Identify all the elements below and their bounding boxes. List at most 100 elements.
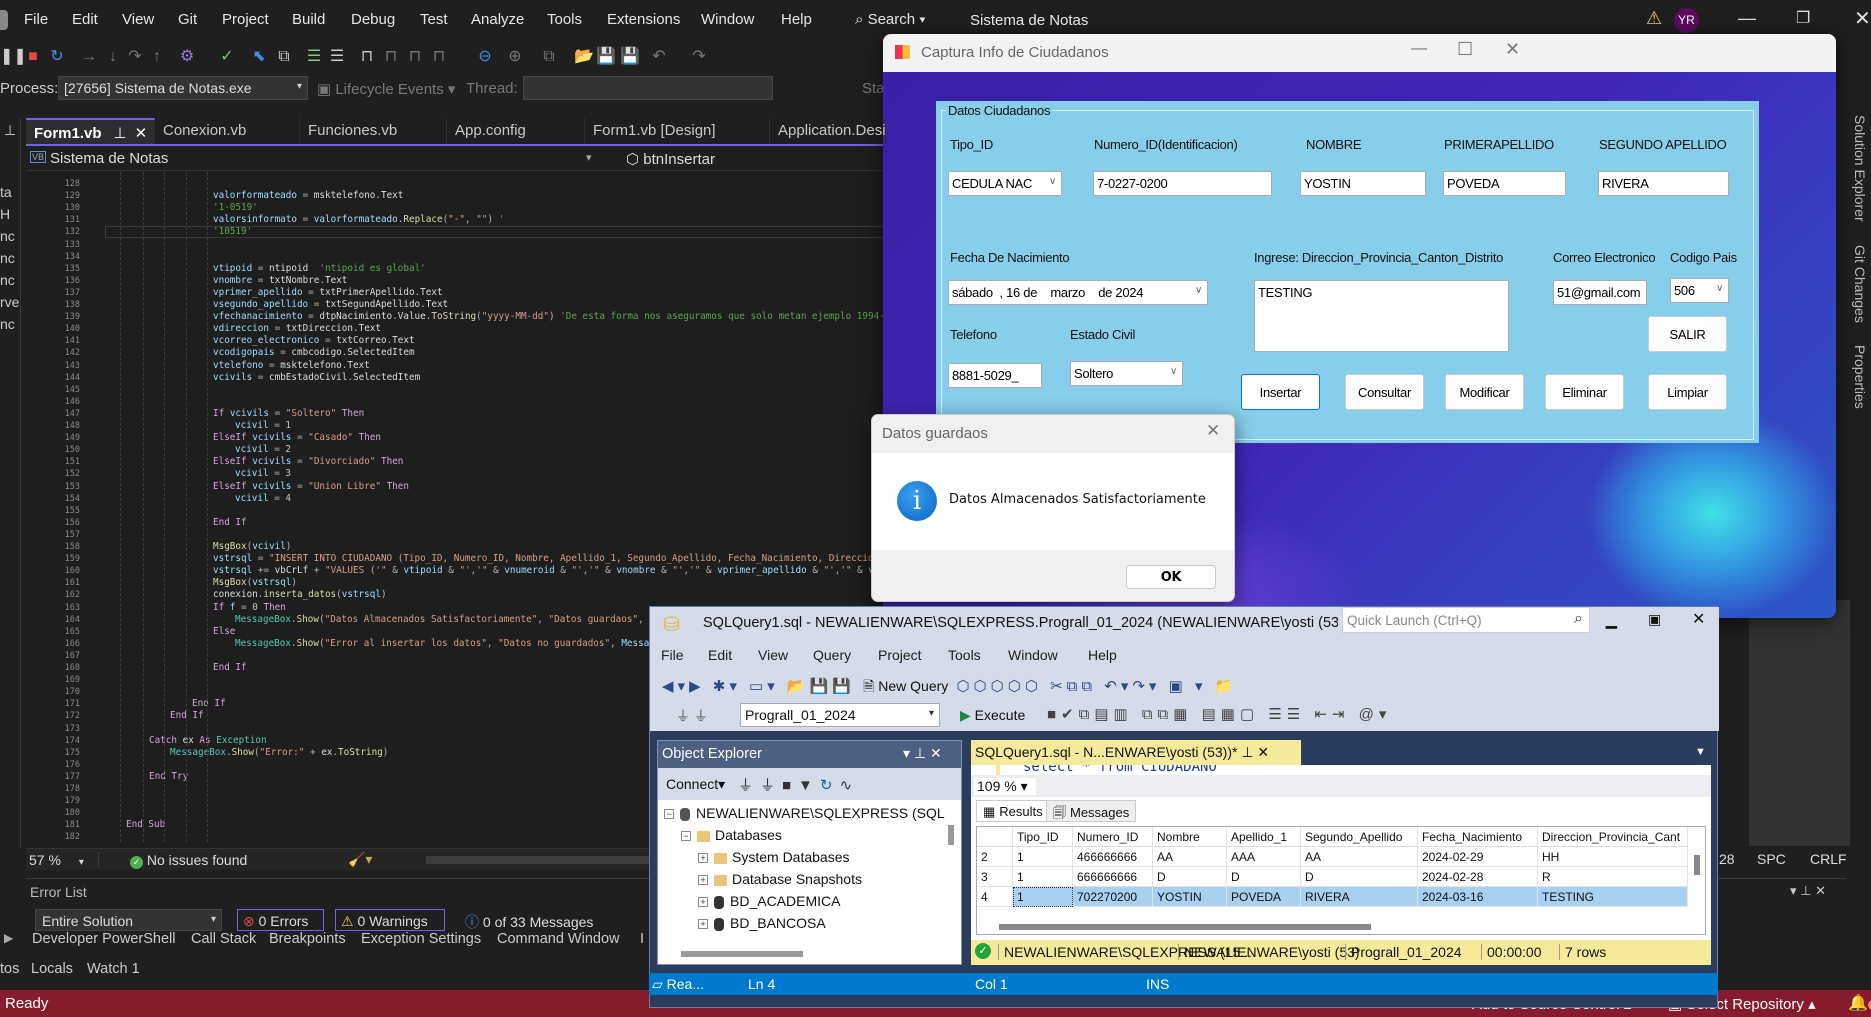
row-header[interactable]: 4 bbox=[977, 887, 1013, 907]
code-line[interactable]: vprimer_apellido = txtPrimerApellido.Tex… bbox=[213, 287, 443, 299]
grid-cell[interactable]: POVEDA bbox=[1227, 887, 1301, 907]
result-tab-results[interactable]: ▦ Results bbox=[976, 800, 1050, 822]
menu-view[interactable]: View bbox=[122, 11, 154, 28]
expand-icon[interactable]: + bbox=[698, 919, 708, 930]
column-header[interactable]: Numero_ID bbox=[1073, 827, 1153, 847]
nav-member[interactable]: ⬡ btnInsertar bbox=[626, 150, 715, 168]
nav-project[interactable]: Sistema de Notas bbox=[50, 150, 168, 167]
step-into-icon[interactable]: ↓ bbox=[104, 48, 122, 66]
query-tab[interactable]: SQLQuery1.sql - N...ENWARE\yosti (53))* … bbox=[971, 740, 1301, 765]
code-line[interactable]: If f = 0 Then bbox=[213, 602, 286, 614]
minimap[interactable] bbox=[1749, 600, 1850, 846]
errors-filter[interactable]: ⊗ 0 Errors bbox=[237, 909, 324, 931]
menu-file[interactable]: File bbox=[24, 11, 48, 28]
spell-icon[interactable]: ✓ bbox=[218, 48, 236, 66]
code-line[interactable]: vcivil = 4 bbox=[235, 493, 291, 505]
pointer-icon[interactable]: ⬉ bbox=[250, 48, 268, 66]
limpiar-button[interactable]: Limpiar bbox=[1648, 374, 1727, 410]
save-icon[interactable]: 💾 bbox=[596, 48, 616, 66]
grid-vscrollbar[interactable] bbox=[1694, 855, 1700, 875]
debug-tab-tos[interactable]: tos bbox=[0, 961, 19, 977]
telefono-input[interactable]: 8881-5029_ bbox=[948, 363, 1042, 388]
code-line[interactable]: vcivils = cmbEstadoCivil.SelectedItem bbox=[213, 372, 420, 384]
grid-cell[interactable]: D bbox=[1227, 867, 1301, 887]
menu-tools[interactable]: Tools bbox=[547, 11, 582, 28]
side-tab-properties[interactable]: Properties bbox=[1852, 345, 1868, 409]
bookmark-icon[interactable]: ⊓ bbox=[358, 48, 376, 66]
ssms-menu-tools[interactable]: Tools bbox=[948, 647, 981, 663]
grid-cell[interactable]: YOSTIN bbox=[1153, 887, 1227, 907]
tree-node[interactable]: + Database Snapshots bbox=[698, 871, 862, 887]
restore-icon[interactable]: ❐ bbox=[1796, 8, 1810, 28]
menu-help[interactable]: Help bbox=[781, 11, 812, 28]
code-line[interactable]: If vcivils = "Soltero" Then bbox=[213, 408, 364, 420]
grid-cell[interactable]: R bbox=[1538, 867, 1688, 887]
code-line[interactable]: End Try bbox=[149, 771, 188, 783]
column-header[interactable]: Tipo_ID bbox=[1013, 827, 1073, 847]
hot-reload-icon[interactable]: ⚙ bbox=[178, 48, 196, 66]
oe-window-controls[interactable]: ▾ ⊥ ✕ bbox=[903, 745, 942, 762]
close-icon[interactable]: ✕ bbox=[1854, 6, 1871, 31]
restart-icon[interactable]: ↻ bbox=[48, 48, 66, 66]
bookmark-prev-icon[interactable]: ⊓ bbox=[382, 48, 400, 66]
minimize-icon[interactable]: — bbox=[1738, 8, 1756, 29]
step-icon[interactable]: → bbox=[80, 48, 98, 66]
new-item-icon[interactable]: ⧉ bbox=[540, 48, 558, 66]
connect-button[interactable]: Connect▾ bbox=[666, 776, 725, 793]
ssms-menu-project[interactable]: Project bbox=[878, 647, 922, 663]
code-line[interactable]: vstrsql += vbCrLf + "VALUES ('" & vtipoi… bbox=[213, 565, 886, 577]
form-close-icon[interactable]: ✕ bbox=[1505, 39, 1520, 60]
pin-icon[interactable]: ⊥ bbox=[1241, 744, 1253, 760]
tool-tab-i[interactable]: I bbox=[640, 931, 644, 947]
code-line[interactable]: End If bbox=[213, 662, 247, 674]
menu-analyze[interactable]: Analyze bbox=[471, 11, 524, 28]
code-line[interactable]: vstrsql = "INSERT INTO CIUDADANO (Tipo_I… bbox=[213, 553, 886, 565]
ssms-zoom-select[interactable]: 109 % ▾ bbox=[974, 778, 1036, 795]
code-line[interactable]: vtipoid = ntipoid 'ntipoid es global' bbox=[213, 263, 426, 275]
execute-button[interactable]: ▶ Execute bbox=[960, 707, 1025, 724]
grid-hscrollbar[interactable] bbox=[999, 924, 1371, 930]
grid-cell[interactable]: 1 bbox=[1013, 887, 1073, 907]
code-line[interactable]: vsegundo_apellido = txtSegundApellido.Te… bbox=[213, 299, 448, 311]
column-header[interactable]: Segundo_Apellido bbox=[1301, 827, 1418, 847]
grid-cell[interactable]: HH bbox=[1538, 847, 1688, 867]
correo-input[interactable]: 51@gmail.com bbox=[1553, 280, 1647, 305]
ssms-maximize-icon[interactable]: ▣ bbox=[1648, 611, 1661, 628]
side-tab-solution-explorer[interactable]: Solution Explorer bbox=[1852, 115, 1868, 222]
code-line[interactable]: valorformateado = msktelefono.Text bbox=[213, 190, 403, 202]
debug-tab-watch-1[interactable]: Watch 1 bbox=[87, 961, 140, 977]
oe-toolbar-icons[interactable]: ⏚⏚■▼↻∿ bbox=[738, 774, 859, 795]
window-icon[interactable]: ⧉ bbox=[275, 48, 293, 66]
code-line[interactable]: MsgBox(vcivil) bbox=[213, 541, 291, 553]
expand-icon[interactable]: + bbox=[698, 875, 708, 886]
grid-cell[interactable]: D bbox=[1153, 867, 1227, 887]
code-line[interactable]: MessageBox.Show("Datos Almacenados Satis… bbox=[235, 614, 661, 626]
direccion-textarea[interactable]: TESTING bbox=[1254, 280, 1509, 352]
expand-arrow-icon[interactable]: ▶ bbox=[4, 931, 13, 945]
ok-button[interactable]: OK bbox=[1126, 565, 1216, 589]
forward-icon[interactable]: ⊕ bbox=[506, 48, 524, 66]
expand-icon[interactable]: + bbox=[698, 897, 708, 908]
menu-debug[interactable]: Debug bbox=[351, 11, 395, 28]
tab-overflow-icon[interactable]: ▼ bbox=[1695, 746, 1706, 758]
new-query-button[interactable]: 🗎 New Query bbox=[863, 678, 948, 694]
warning-icon[interactable]: ⚠ bbox=[1646, 8, 1662, 29]
ssms-minimize-icon[interactable]: ▁ bbox=[1606, 612, 1617, 629]
oe-vscrollbar[interactable] bbox=[948, 825, 954, 845]
code-line[interactable]: vcivil = 3 bbox=[235, 468, 291, 480]
spc-indicator[interactable]: SPC bbox=[1757, 851, 1786, 867]
debug-tab-locals[interactable]: Locals bbox=[31, 961, 73, 977]
close-tab-icon[interactable]: ✕ bbox=[1257, 744, 1269, 760]
consultar-button[interactable]: Consultar bbox=[1345, 374, 1424, 410]
ssms-close-icon[interactable]: ✕ bbox=[1692, 609, 1705, 629]
query-editor[interactable]: select * from CIUDADANO 109 % ▾ ▦ Results… bbox=[971, 765, 1711, 940]
close-tab-icon[interactable]: ✕ bbox=[135, 125, 148, 142]
grid-cell[interactable]: 666666666 bbox=[1073, 867, 1153, 887]
tab-pin-icon[interactable]: ⊥ bbox=[4, 122, 16, 139]
chevron-down-icon[interactable]: ▾ bbox=[586, 151, 592, 164]
indent-icon[interactable]: ☰ bbox=[305, 48, 323, 66]
code-line[interactable]: vcodigopais = cmbcodigo.SelectedItem bbox=[213, 347, 415, 359]
collapse-icon[interactable]: − bbox=[664, 809, 674, 820]
code-line[interactable]: '10519' bbox=[213, 226, 252, 238]
nombre-input[interactable]: YOSTIN bbox=[1300, 171, 1426, 196]
